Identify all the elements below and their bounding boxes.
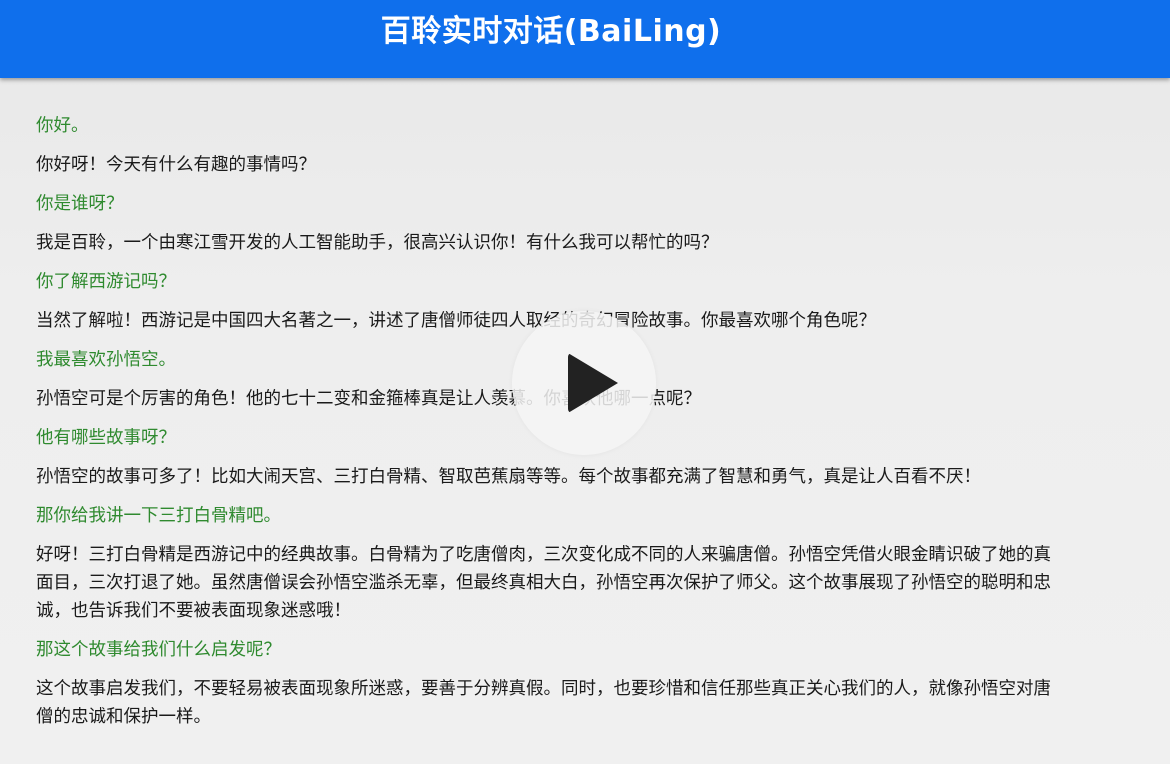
play-button[interactable] — [512, 311, 656, 455]
assistant-message: 孙悟空的故事可多了！比如大闹天宫、三打白骨精、智取芭蕉扇等等。每个故事都充满了智… — [36, 467, 981, 487]
user-message: 那这个故事给我们什么启发呢？ — [36, 640, 281, 660]
user-message: 你了解西游记吗？ — [36, 272, 176, 292]
user-message: 那你给我讲一下三打白骨精吧。 — [36, 506, 281, 526]
assistant-message: 这个故事启发我们，不要轻易被表面现象所迷惑，要善于分辨真假。同时，也要珍惜和信任… — [36, 679, 1051, 727]
user-message: 你好。 — [36, 116, 89, 136]
assistant-message: 你好呀！今天有什么有趣的事情吗？ — [36, 155, 316, 175]
assistant-message: 好呀！三打白骨精是西游记中的经典故事。白骨精为了吃唐僧肉，三次变化成不同的人来骗… — [36, 545, 1051, 621]
play-icon — [568, 353, 618, 413]
app-header: 百聆实时对话(BaiLing) — [0, 0, 1170, 78]
user-message: 你是谁呀？ — [36, 194, 124, 214]
page-title: 百聆实时对话(BaiLing) — [380, 14, 722, 49]
assistant-message: 我是百聆，一个由寒江雪开发的人工智能助手，很高兴认识你！有什么我可以帮忙的吗？ — [36, 233, 719, 253]
